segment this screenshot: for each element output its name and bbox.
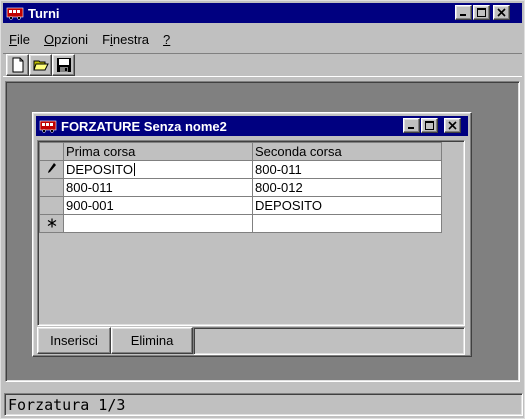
delete-button[interactable]: Elimina	[111, 327, 193, 354]
grid-table: Prima corsa Seconda corsa DEPOSITO 800-0…	[39, 142, 442, 233]
open-folder-icon	[32, 60, 49, 71]
open-button[interactable]	[29, 54, 52, 76]
new-button[interactable]	[6, 54, 29, 76]
menu-help[interactable]: ?	[157, 32, 176, 47]
menu-bar: File Opzioni Finestra ?	[3, 29, 522, 49]
grid-header-row: Prima corsa Seconda corsa	[39, 142, 442, 161]
toolbar	[3, 53, 522, 77]
grid-cell[interactable]: 800-011	[63, 178, 253, 197]
child-minimize-button[interactable]	[403, 118, 420, 133]
column-header-seconda-corsa[interactable]: Seconda corsa	[252, 142, 442, 161]
save-disk-icon	[56, 58, 71, 72]
column-header-prima-corsa[interactable]: Prima corsa	[63, 142, 253, 161]
bus-icon	[6, 6, 24, 20]
new-row	[39, 214, 442, 233]
main-title-bar[interactable]: Turni	[3, 3, 522, 23]
save-button[interactable]	[52, 54, 75, 76]
minimize-icon	[408, 127, 414, 129]
button-bar-filler	[193, 327, 465, 355]
text-caret	[133, 163, 135, 176]
grid-corner[interactable]	[39, 142, 64, 161]
new-row-icon	[47, 218, 56, 228]
minimize-button[interactable]	[455, 5, 472, 20]
table-row: 900-001 DEPOSITO	[39, 196, 442, 215]
pencil-icon	[47, 163, 56, 173]
minimize-icon	[460, 14, 466, 16]
child-title-bar[interactable]: FORZATURE Senza nome2	[36, 116, 468, 136]
maximize-icon	[425, 121, 434, 130]
grid-cell[interactable]: DEPOSITO	[252, 196, 442, 215]
child-maximize-button[interactable]	[421, 118, 438, 133]
bus-icon	[39, 119, 57, 133]
row-selector[interactable]	[39, 178, 64, 197]
close-button[interactable]	[493, 5, 510, 20]
close-icon	[448, 121, 457, 130]
row-selector[interactable]	[39, 160, 64, 179]
row-selector[interactable]	[39, 214, 64, 233]
forzature-window: FORZATURE Senza nome2 Prima corsa Second…	[32, 112, 472, 357]
row-selector[interactable]	[39, 196, 64, 215]
menu-file[interactable]: File	[3, 32, 36, 47]
close-icon	[497, 8, 506, 17]
maximize-button[interactable]	[473, 5, 490, 20]
maximize-icon	[477, 8, 486, 17]
menu-finestra[interactable]: Finestra	[96, 32, 155, 47]
menu-opzioni[interactable]: Opzioni	[38, 32, 94, 47]
child-window-title: FORZATURE Senza nome2	[61, 118, 227, 134]
table-row: DEPOSITO 800-011	[39, 160, 442, 179]
mdi-client-area: FORZATURE Senza nome2 Prima corsa Second…	[5, 81, 520, 382]
new-document-icon	[12, 57, 23, 73]
forzature-grid[interactable]: Prima corsa Seconda corsa DEPOSITO 800-0…	[37, 140, 465, 326]
child-close-button[interactable]	[444, 118, 461, 133]
grid-cell[interactable]: DEPOSITO	[63, 160, 253, 179]
grid-cell[interactable]: 800-012	[252, 178, 442, 197]
insert-button[interactable]: Inserisci	[37, 327, 111, 354]
window-title: Turni	[28, 5, 60, 21]
grid-cell[interactable]: 800-011	[252, 160, 442, 179]
child-button-bar: Inserisci Elimina	[37, 327, 193, 355]
table-row: 800-011 800-012	[39, 178, 442, 197]
grid-cell[interactable]: 900-001	[63, 196, 253, 215]
grid-cell[interactable]	[252, 214, 442, 233]
status-bar: Forzatura 1/3	[4, 393, 523, 416]
grid-cell[interactable]	[63, 214, 253, 233]
main-window: Turni File Opzioni Finestra ? FORZATURE …	[0, 0, 525, 419]
